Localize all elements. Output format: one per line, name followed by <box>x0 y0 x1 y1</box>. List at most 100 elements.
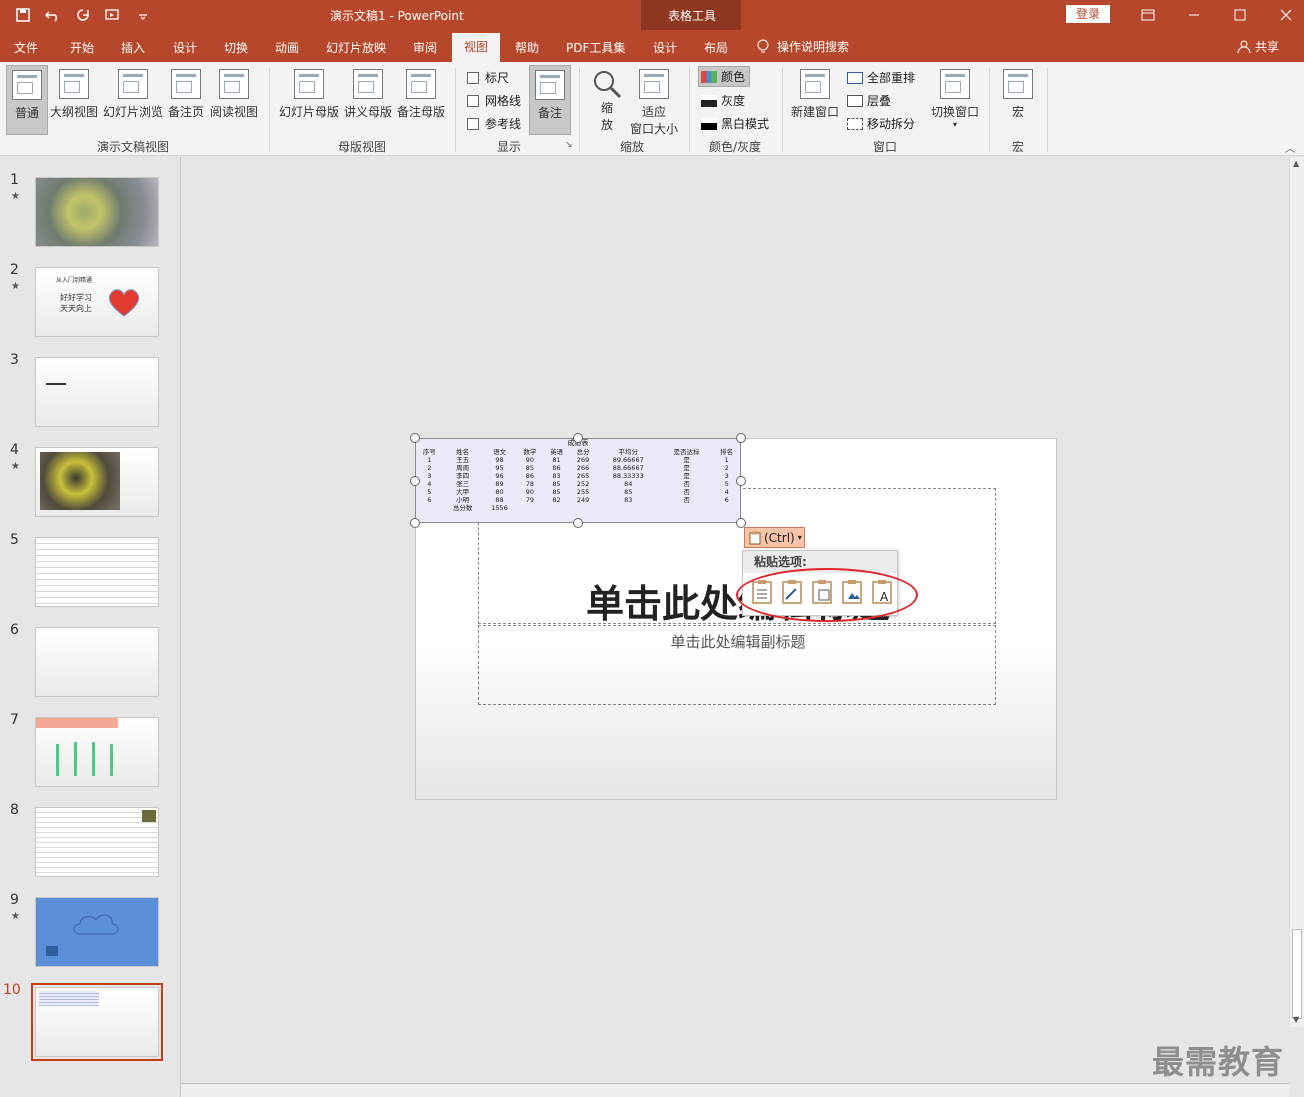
redo-icon[interactable] <box>74 6 92 24</box>
notes-master-button[interactable]: 备注母版 <box>397 69 445 120</box>
ribbon: 普通 大纲视图 幻灯片浏览 备注页 阅读视图 演示文稿视图 幻灯片母版 讲义母版… <box>0 62 1304 156</box>
new-window-button[interactable]: 新建窗口 <box>791 69 839 120</box>
ribbon-tabs: 文件 开始 插入 设计 切换 动画 幻灯片放映 审阅 视图 帮助 PDF工具集 … <box>0 30 1304 62</box>
slide-master-button[interactable]: 幻灯片母版 <box>279 69 339 120</box>
slide-thumbnail-1[interactable] <box>35 177 159 247</box>
tab-slideshow[interactable]: 幻灯片放映 <box>326 39 386 56</box>
paste-options-label: (Ctrl) <box>764 530 795 545</box>
subtitle-placeholder[interactable]: 单击此处编辑副标题 <box>478 625 996 705</box>
cloud-shape-icon <box>73 914 119 935</box>
tab-animations[interactable]: 动画 <box>275 39 299 56</box>
cascade-button[interactable]: 层叠 <box>847 92 891 109</box>
slide-thumbnail-9[interactable] <box>35 897 159 967</box>
ruler-checkbox[interactable]: 标尺 <box>467 69 509 86</box>
move-split-button[interactable]: 移动拆分 <box>847 115 915 132</box>
resize-handle[interactable] <box>573 518 583 528</box>
tab-help[interactable]: 帮助 <box>515 39 539 56</box>
share-button[interactable]: 共享 <box>1237 38 1279 55</box>
slide-thumbnail-4[interactable] <box>35 447 159 517</box>
group-divider <box>579 68 580 152</box>
slide-thumbnail-8[interactable] <box>35 807 159 877</box>
tab-review[interactable]: 审阅 <box>413 39 437 56</box>
resize-handle[interactable] <box>410 518 420 528</box>
black-white-mode-button[interactable]: 黑白模式 <box>701 115 769 132</box>
scroll-down-icon[interactable]: ▼ <box>1293 1015 1299 1024</box>
minimize-icon[interactable] <box>1171 3 1217 27</box>
slide-sorter-button[interactable]: 幻灯片浏览 <box>103 69 163 120</box>
tab-file[interactable]: 文件 <box>14 39 38 56</box>
tab-table-layout[interactable]: 布局 <box>704 39 728 56</box>
tab-insert[interactable]: 插入 <box>121 39 145 56</box>
normal-view-button[interactable]: 普通 <box>6 65 48 135</box>
guides-checkbox[interactable]: 参考线 <box>467 115 521 132</box>
black-white-icon <box>701 117 717 130</box>
table-row: 6 小明 88 79 82 249 83 否 6 <box>427 496 729 504</box>
group-label-window: 窗口 <box>873 140 898 154</box>
outline-view-icon <box>59 69 89 99</box>
tab-transitions[interactable]: 切换 <box>224 39 248 56</box>
slide-thumbnail-10[interactable] <box>31 983 163 1061</box>
resize-handle[interactable] <box>410 433 420 443</box>
notes-toggle-button[interactable]: 备注 <box>529 65 571 135</box>
gridlines-checkbox[interactable]: 网格线 <box>467 92 521 109</box>
tell-me-search[interactable]: 操作说明搜索 <box>757 38 849 55</box>
handout-master-button[interactable]: 讲义母版 <box>344 69 392 120</box>
resize-handle[interactable] <box>410 476 420 486</box>
fit-to-window-button[interactable]: 适应 窗口大小 <box>630 69 678 137</box>
slide-number: 6 <box>10 622 19 638</box>
scroll-thumb[interactable] <box>1292 929 1302 1019</box>
animation-star-icon: ★ <box>11 911 20 922</box>
dialog-launcher-icon[interactable]: ↘ <box>565 140 573 150</box>
cascade-icon <box>847 94 863 107</box>
table-header-row: 序号 姓名 语文 数学 英语 总分 平均分 是否达标 排名 <box>422 448 734 456</box>
pasted-table[interactable]: 成绩表 序号 姓名 语文 数学 英语 总分 平均分 是否达标 排名 1 王五 98 9… <box>415 438 741 523</box>
switch-windows-button[interactable]: 切换窗口 ▾ <box>931 69 979 129</box>
save-icon[interactable] <box>14 6 32 24</box>
resize-handle[interactable] <box>573 433 583 443</box>
login-button[interactable]: 登录 <box>1066 5 1110 23</box>
table-row: 3 李四 96 86 83 265 88.33333 是 3 <box>427 472 729 480</box>
tab-pdf-tools[interactable]: PDF工具集 <box>566 39 625 56</box>
resize-handle[interactable] <box>736 476 746 486</box>
collapse-ribbon-icon[interactable]: ︿ <box>1285 140 1295 155</box>
maximize-icon[interactable] <box>1217 3 1263 27</box>
present-from-start-icon[interactable] <box>104 6 122 24</box>
slide-thumbnail-7[interactable] <box>35 717 159 787</box>
slide-thumbnail-5[interactable] <box>35 537 159 607</box>
color-mode-button[interactable]: 颜色 <box>698 66 751 87</box>
tab-view[interactable]: 视图 <box>452 33 500 62</box>
highlight-annotation-ellipse <box>736 568 918 622</box>
group-label-color: 颜色/灰度 <box>709 140 762 154</box>
slide-master-icon <box>294 69 324 99</box>
slide-thumbnail-panel[interactable]: 1 ★ 2 ★ 从入门到精通 好好学习 天天向上 3 4 ★ 5 6 7 8 9… <box>0 157 181 1097</box>
thumb-text: 从入门到精通 <box>56 277 93 284</box>
paste-options-button[interactable]: (Ctrl) ▾ <box>744 527 805 548</box>
reading-view-button[interactable]: 阅读视图 <box>210 69 258 120</box>
tab-table-design[interactable]: 设计 <box>653 39 677 56</box>
slide-number: 4 <box>10 442 19 458</box>
slide-thumbnail-2[interactable]: 从入门到精通 好好学习 天天向上 <box>35 267 159 337</box>
vertical-scrollbar[interactable]: ▲ ▼ <box>1289 157 1304 1027</box>
arrange-all-button[interactable]: 全部重排 <box>847 69 915 86</box>
reading-view-icon <box>219 69 249 99</box>
close-icon[interactable] <box>1263 3 1304 27</box>
customize-toolbar-icon[interactable] <box>134 6 152 24</box>
slide-thumbnail-3[interactable] <box>35 357 159 427</box>
zoom-button[interactable]: 缩 放 <box>592 69 622 133</box>
notes-page-button[interactable]: 备注页 <box>168 69 204 120</box>
scroll-up-icon[interactable]: ▲ <box>1293 159 1299 168</box>
tab-home[interactable]: 开始 <box>70 39 94 56</box>
slide-thumbnail-6[interactable] <box>35 627 159 697</box>
tab-design[interactable]: 设计 <box>173 39 197 56</box>
notes-pane[interactable] <box>181 1083 1289 1097</box>
person-icon <box>1237 40 1251 53</box>
grayscale-mode-button[interactable]: 灰度 <box>701 92 745 109</box>
group-label-master-views: 母版视图 <box>338 140 387 154</box>
title-bar: 演示文稿1 - PowerPoint 表格工具 登录 <box>0 0 1304 62</box>
undo-icon[interactable] <box>44 6 62 24</box>
macros-button[interactable]: 宏 <box>1003 69 1033 120</box>
move-split-icon <box>847 117 863 130</box>
outline-view-button[interactable]: 大纲视图 <box>50 69 98 120</box>
ribbon-display-options-icon[interactable] <box>1125 3 1171 27</box>
resize-handle[interactable] <box>736 433 746 443</box>
